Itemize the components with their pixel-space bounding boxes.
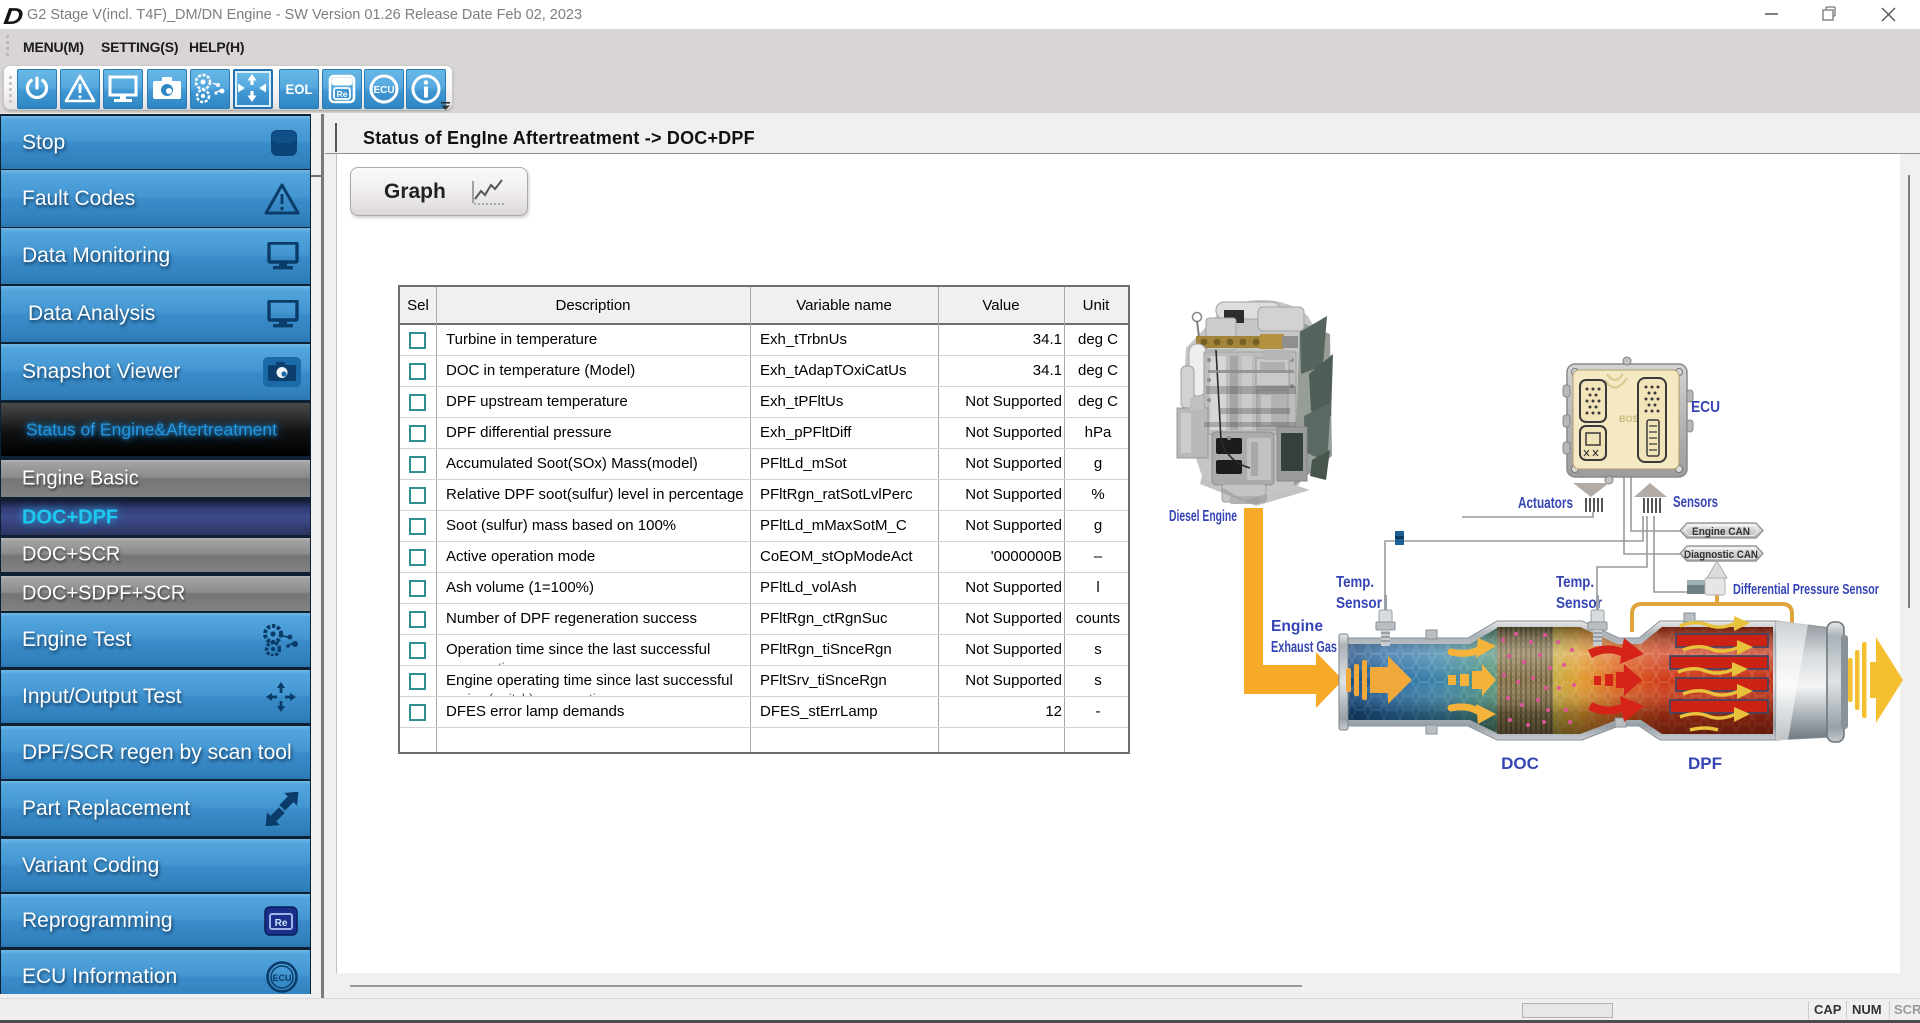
- svg-text:Actuators: Actuators: [1518, 495, 1573, 512]
- svg-text:DOC: DOC: [1501, 754, 1539, 773]
- svg-text:ECU: ECU: [272, 973, 291, 983]
- svg-text:Engine: Engine: [1271, 618, 1323, 635]
- svg-text:Exhaust Gas: Exhaust Gas: [1271, 639, 1337, 656]
- svg-text:EOL: EOL: [286, 81, 313, 97]
- svg-text:Sensor: Sensor: [1336, 595, 1382, 612]
- svg-text:Sensor: Sensor: [1556, 595, 1602, 612]
- svg-text:Engine CAN: Engine CAN: [1692, 526, 1750, 538]
- svg-text:Re: Re: [337, 89, 348, 99]
- svg-text:Temp.: Temp.: [1556, 574, 1594, 591]
- svg-text:Re: Re: [275, 918, 288, 929]
- svg-text:ECU: ECU: [1691, 399, 1720, 416]
- svg-text:Sensors: Sensors: [1673, 494, 1718, 511]
- svg-text:DPF: DPF: [1688, 754, 1722, 773]
- svg-text:ECU: ECU: [373, 85, 394, 96]
- svg-text:Diesel Engine: Diesel Engine: [1169, 508, 1237, 525]
- svg-text:Diagnostic CAN: Diagnostic CAN: [1684, 549, 1758, 561]
- svg-text:Differential Pressure Sensor: Differential Pressure Sensor: [1733, 581, 1879, 598]
- svg-text:Temp.: Temp.: [1336, 574, 1374, 591]
